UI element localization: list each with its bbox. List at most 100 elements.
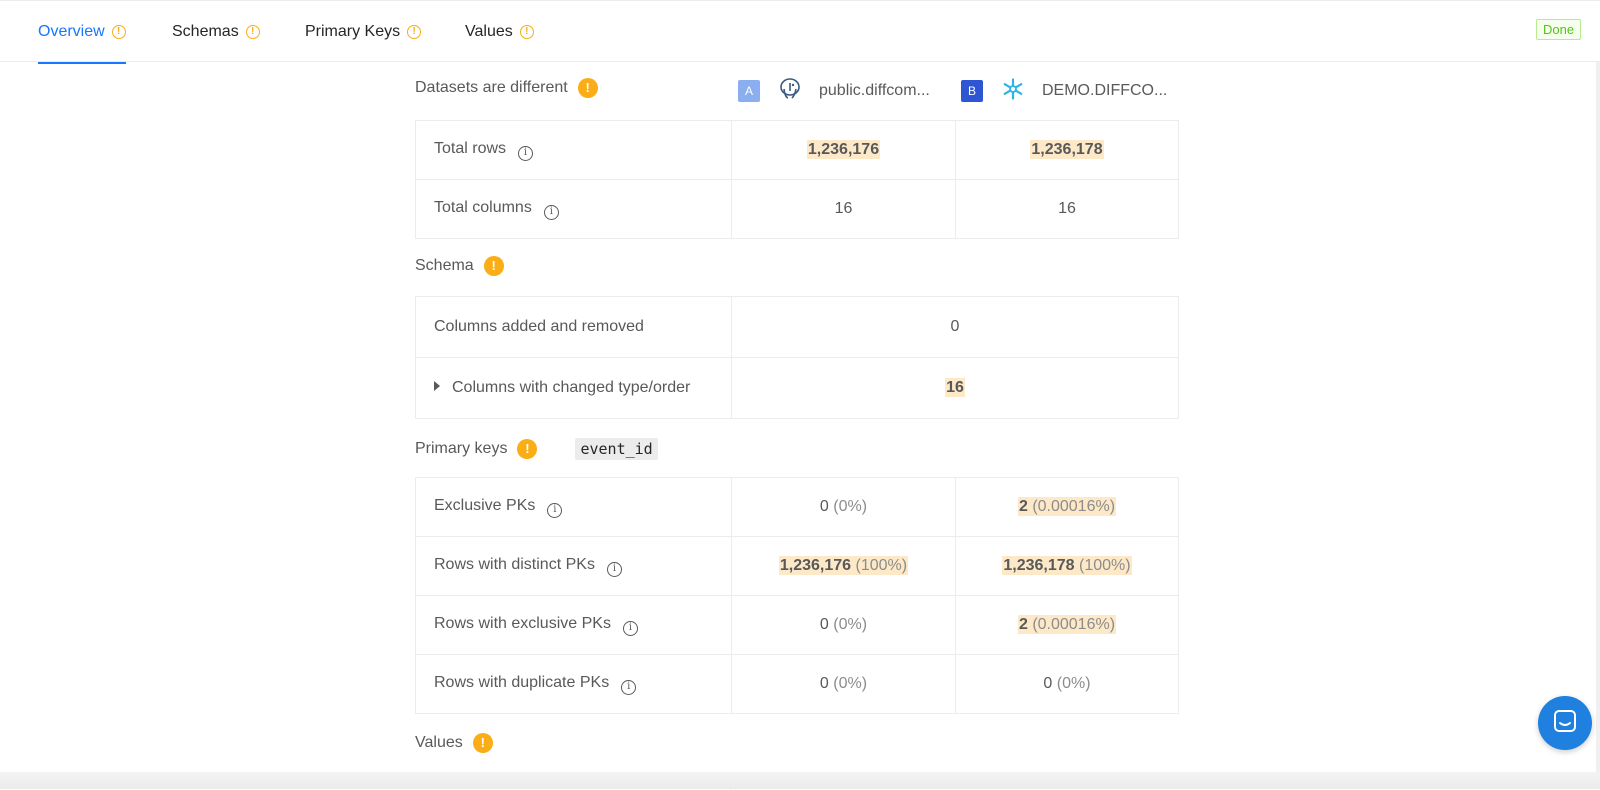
changed-columns-value-cell: 16	[731, 357, 1179, 419]
changed-columns-value: 16	[946, 379, 964, 396]
tab-values[interactable]: Values !	[465, 1, 534, 63]
value-percent: (0.00016%)	[1032, 616, 1116, 633]
status-badge: Done	[1536, 19, 1582, 40]
warning-icon: !	[472, 733, 493, 753]
warning-icon: !	[407, 25, 422, 39]
tab-schemas-label: Schemas	[172, 23, 239, 40]
dataset-a-value: 0 (0%)	[731, 595, 956, 655]
dataset-b-value: 2 (0.00016%)	[955, 595, 1179, 655]
table-row: Total rows i 1,236,176 1,236,178	[415, 120, 1179, 180]
value-percent: (0%)	[833, 675, 868, 692]
table-row: Columns added and removed 0	[415, 296, 1179, 358]
chat-launcher-button[interactable]	[1538, 696, 1592, 750]
total-rows-b: 1,236,178	[1031, 141, 1103, 158]
dataset-a-name: public.diffcom...	[819, 82, 930, 99]
value-number: 0	[819, 616, 829, 633]
dataset-a-value: 0 (0%)	[731, 654, 956, 714]
warning-icon: !	[517, 439, 538, 459]
tab-overview[interactable]: Overview !	[38, 1, 126, 64]
value-percent: (0%)	[833, 498, 868, 515]
total-columns-b: 16	[955, 179, 1179, 239]
schema-table: Columns added and removed 0 Columns with…	[415, 296, 1179, 419]
dataset-b-value: 0 (0%)	[955, 654, 1179, 714]
chat-icon	[1552, 708, 1578, 739]
tab-primary-keys[interactable]: Primary Keys !	[305, 1, 422, 63]
tab-overview-label: Overview	[38, 23, 105, 40]
total-columns-a: 16	[731, 179, 956, 239]
info-icon[interactable]: i	[543, 204, 559, 220]
value-number: 1,236,178	[1003, 557, 1075, 574]
datasets-section-title: Datasets are different !	[415, 78, 598, 98]
row-label: Columns with changed type/order	[415, 357, 732, 419]
row-label: Exclusive PKs i	[415, 477, 732, 537]
primary-keys-title: Primary keys	[415, 440, 508, 457]
value-number: 0	[819, 498, 829, 515]
table-row: Exclusive PKs i 0 (0%) 2 (0.00016%)	[415, 477, 1179, 537]
exclusive-pks-label: Exclusive PKs	[434, 496, 536, 514]
value-number: 2	[1018, 616, 1028, 633]
dataset-a-value: 0 (0%)	[731, 477, 956, 537]
warning-icon: !	[519, 25, 534, 39]
warning-icon: !	[577, 78, 598, 98]
value-number: 1,236,176	[779, 557, 852, 574]
datasets-title: Datasets are different	[415, 79, 568, 96]
primary-keys-table: Exclusive PKs i 0 (0%) 2 (0.00016%) Rows …	[415, 477, 1179, 714]
info-icon[interactable]: i	[606, 561, 622, 577]
row-label: Rows with exclusive PKs i	[415, 595, 732, 655]
primary-key-tag: event_id	[575, 438, 658, 460]
row-label: Total columns i	[415, 179, 732, 239]
info-icon[interactable]: i	[622, 620, 638, 636]
warning-icon: !	[111, 25, 126, 39]
value-number: 0	[1043, 675, 1053, 692]
dataset-b-value: 1,236,178	[955, 120, 1179, 180]
exclusive-pk-rows-label: Rows with exclusive PKs	[434, 614, 611, 632]
dataset-a-badge: A	[738, 80, 760, 102]
table-row: Rows with duplicate PKs i 0 (0%) 0 (0%)	[415, 654, 1179, 714]
schema-title: Schema	[415, 257, 474, 274]
row-label: Total rows i	[415, 120, 732, 180]
dataset-a-value: 1,236,176 (100%)	[731, 536, 956, 596]
overview-table: Total rows i 1,236,176 1,236,178 Total co…	[415, 120, 1179, 239]
value-percent: (100%)	[1079, 557, 1131, 574]
tab-primary-keys-label: Primary Keys	[305, 23, 401, 40]
dataset-a-value: 1,236,176	[731, 120, 956, 180]
info-icon[interactable]: i	[547, 502, 563, 518]
info-icon[interactable]: i	[518, 145, 534, 161]
distinct-pks-label: Rows with distinct PKs	[434, 555, 595, 573]
table-row: Total columns i 16 16	[415, 179, 1179, 239]
dataset-header: A public.diffcom... B DEMO.DIFFCO...	[738, 77, 1168, 106]
dataset-b-value: 2 (0.00016%)	[955, 477, 1179, 537]
snowflake-icon	[1002, 77, 1024, 105]
scrollbar-track[interactable]	[1596, 62, 1600, 789]
primary-keys-section-title: Primary keys ! event_id	[415, 438, 658, 460]
warning-icon: !	[245, 25, 260, 39]
total-rows-label: Total rows	[434, 139, 507, 157]
row-label: Rows with duplicate PKs i	[415, 654, 732, 714]
values-section-title: Values !	[415, 733, 493, 753]
tab-schemas[interactable]: Schemas !	[172, 1, 260, 63]
info-icon[interactable]: i	[621, 679, 637, 695]
row-label: Rows with distinct PKs i	[415, 536, 732, 596]
tab-bar: Overview ! Schemas ! Primary Keys ! Valu…	[0, 0, 1600, 64]
duplicate-pks-label: Rows with duplicate PKs	[434, 673, 610, 691]
schema-section-title: Schema !	[415, 256, 504, 276]
value-percent: (0%)	[833, 616, 868, 633]
value-percent: (0%)	[1056, 675, 1091, 692]
value-percent: (0.00016%)	[1032, 498, 1116, 515]
postgres-icon	[779, 77, 801, 106]
value-percent: (100%)	[855, 557, 908, 574]
columns-added-removed-value: 0	[731, 296, 1179, 358]
total-rows-a: 1,236,176	[807, 141, 880, 158]
caret-right-icon[interactable]	[434, 381, 440, 391]
dataset-b-badge: B	[961, 80, 983, 102]
table-row: Rows with distinct PKs i 1,236,176 (100%)…	[415, 536, 1179, 596]
bottom-edge	[0, 772, 1600, 789]
value-number: 2	[1018, 498, 1028, 515]
tab-values-label: Values	[465, 23, 513, 40]
dataset-b-name: DEMO.DIFFCO...	[1042, 82, 1168, 99]
values-title: Values	[415, 734, 463, 751]
changed-columns-row[interactable]: Columns with changed type/order 16	[415, 357, 1179, 419]
warning-icon: !	[483, 256, 504, 276]
changed-columns-label: Columns with changed type/order	[452, 379, 691, 396]
table-row: Rows with exclusive PKs i 0 (0%) 2 (0.000…	[415, 595, 1179, 655]
